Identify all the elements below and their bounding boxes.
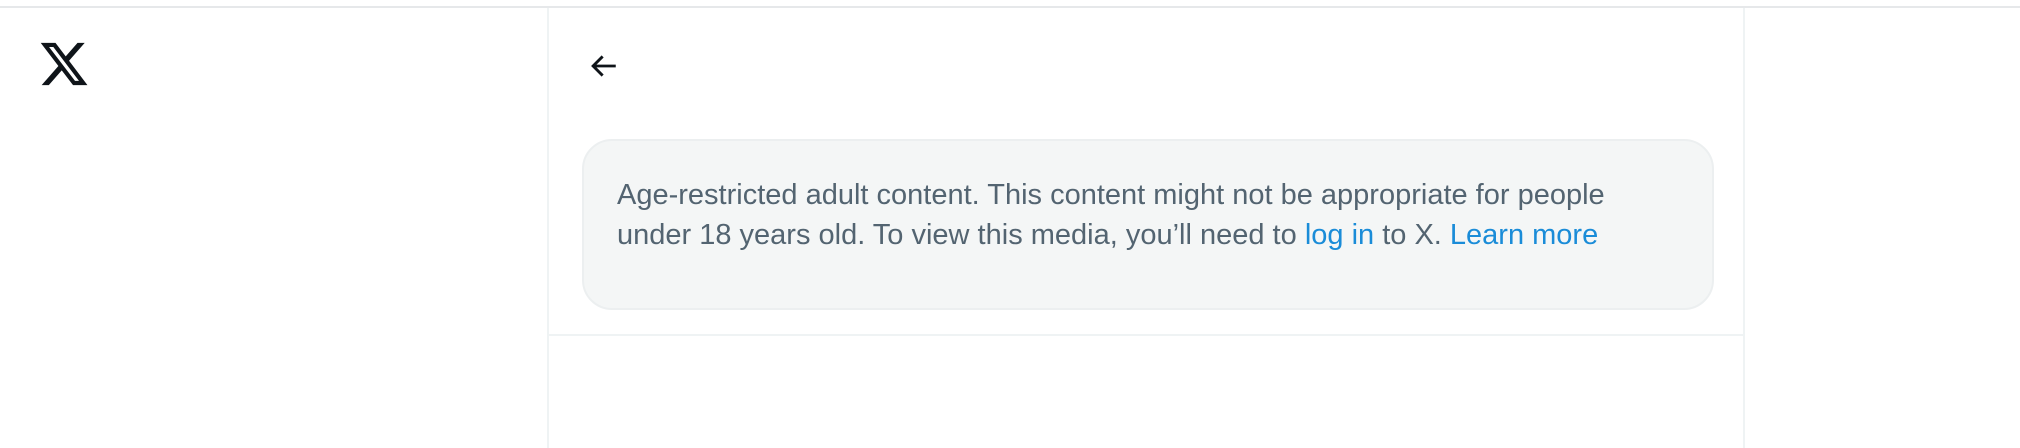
notice-text-suffix: to X.: [1382, 219, 1442, 251]
login-link[interactable]: log in: [1305, 219, 1374, 251]
content-divider: [549, 334, 1743, 336]
learn-more-link[interactable]: Learn more: [1450, 219, 1598, 251]
x-logo-icon[interactable]: [38, 38, 90, 90]
age-restriction-notice: Age-restricted adult content. This conte…: [582, 139, 1714, 310]
back-button[interactable]: [581, 44, 625, 88]
arrow-left-icon: [591, 55, 616, 77]
main-column: Age-restricted adult content. This conte…: [547, 8, 1745, 448]
x-logo-glyph: [40, 42, 88, 86]
